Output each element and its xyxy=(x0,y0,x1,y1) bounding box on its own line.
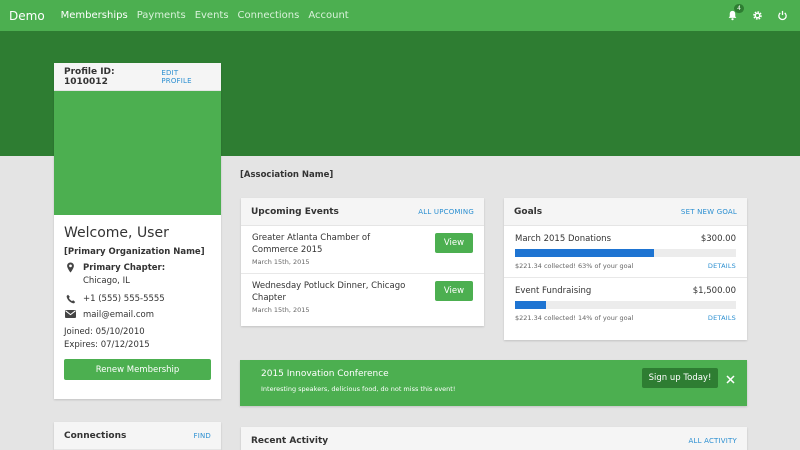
top-navbar: Demo Memberships Payments Events Connect… xyxy=(0,0,800,31)
bell-icon[interactable]: 4 xyxy=(726,3,744,22)
phone-row: +1 (555) 555-5555 xyxy=(64,294,211,304)
phone-icon xyxy=(64,294,77,304)
primary-chapter-label: Primary Chapter: xyxy=(83,263,166,273)
event-item: Wednesday Potluck Dinner, Chicago Chapte… xyxy=(241,274,484,322)
event-item: Greater Atlanta Chamber of Commerce 2015… xyxy=(241,226,484,274)
event-date: March 15th, 2015 xyxy=(252,258,310,266)
nav-link-payments[interactable]: Payments xyxy=(137,10,186,21)
recent-activity-card: Recent Activity ALL ACTIVITY xyxy=(241,427,747,450)
view-event-button[interactable]: View xyxy=(435,281,473,301)
find-connections-link[interactable]: FIND xyxy=(193,432,211,440)
welcome-heading: Welcome, User xyxy=(64,225,169,241)
goal-item: March 2015 Donations $300.00 $221.34 col… xyxy=(504,226,747,278)
goal-amount: $1,500.00 xyxy=(692,286,736,296)
sign-up-button[interactable]: Sign up Today! xyxy=(642,368,718,388)
joined-date: Joined: 05/10/2010 xyxy=(64,327,145,337)
goal-name: March 2015 Donations xyxy=(515,234,611,244)
goal-amount: $300.00 xyxy=(700,234,736,244)
profile-card-header: Profile ID: 1010012 EDIT PROFILE xyxy=(54,63,221,91)
goals-title: Goals xyxy=(514,206,543,217)
goals-header: Goals SET NEW GOAL xyxy=(504,198,747,226)
expires-date: Expires: 07/12/2015 xyxy=(64,340,150,350)
chapter-row: Primary Chapter: Chicago, IL xyxy=(64,262,211,288)
nav-link-memberships[interactable]: Memberships xyxy=(61,10,128,21)
edit-profile-link[interactable]: EDIT PROFILE xyxy=(161,69,211,85)
association-name: [Association Name] xyxy=(240,170,334,180)
connections-title: Connections xyxy=(64,430,127,441)
set-new-goal-link[interactable]: SET NEW GOAL xyxy=(681,208,737,216)
goal-status: $221.34 collected! 63% of your goal xyxy=(515,262,634,270)
event-name: Greater Atlanta Chamber of Commerce 2015 xyxy=(252,233,371,255)
event-date: March 15th, 2015 xyxy=(252,306,310,314)
goal-progress-bar xyxy=(515,301,736,309)
envelope-icon xyxy=(64,310,77,318)
nav-link-connections[interactable]: Connections xyxy=(238,10,300,21)
primary-chapter-city: Chicago, IL xyxy=(83,276,130,286)
gear-icon[interactable] xyxy=(751,10,763,22)
goal-progress-fill xyxy=(515,301,546,309)
email-address[interactable]: mail@email.com xyxy=(83,310,154,320)
goals-card: Goals SET NEW GOAL March 2015 Donations … xyxy=(504,198,747,340)
promo-title: 2015 Innovation Conference xyxy=(261,369,389,379)
goal-status: $221.34 collected! 14% of your goal xyxy=(515,314,634,322)
email-row: mail@email.com xyxy=(64,310,211,320)
goal-details-link[interactable]: DETAILS xyxy=(708,262,736,270)
connections-card: Connections FIND xyxy=(54,422,221,450)
profile-card: Profile ID: 1010012 EDIT PROFILE Welcome… xyxy=(54,63,221,399)
event-name: Wednesday Potluck Dinner, Chicago Chapte… xyxy=(252,281,406,303)
renew-membership-button[interactable]: Renew Membership xyxy=(64,359,211,380)
primary-organization: [Primary Organization Name] xyxy=(64,247,205,257)
connections-header: Connections FIND xyxy=(54,422,221,450)
goal-details-link[interactable]: DETAILS xyxy=(708,314,736,322)
goal-item: Event Fundraising $1,500.00 $221.34 coll… xyxy=(504,278,747,330)
promo-text: Interesting speakers, delicious food, do… xyxy=(261,385,456,393)
recent-activity-title: Recent Activity xyxy=(251,435,329,446)
profile-id: Profile ID: 1010012 xyxy=(64,66,115,87)
recent-activity-header: Recent Activity ALL ACTIVITY xyxy=(241,427,747,450)
upcoming-events-card: Upcoming Events ALL UPCOMING Greater Atl… xyxy=(241,198,484,326)
all-upcoming-link[interactable]: ALL UPCOMING xyxy=(418,208,474,216)
notification-badge: 4 xyxy=(734,3,744,13)
upcoming-events-title: Upcoming Events xyxy=(251,206,339,217)
all-activity-link[interactable]: ALL ACTIVITY xyxy=(688,437,737,445)
goal-progress-fill xyxy=(515,249,655,257)
brand-logo[interactable]: Demo xyxy=(9,9,45,23)
promo-banner: 2015 Innovation Conference Interesting s… xyxy=(240,360,747,406)
goal-name: Event Fundraising xyxy=(515,286,592,296)
nav-link-events[interactable]: Events xyxy=(195,10,229,21)
goal-progress-bar xyxy=(515,249,736,257)
phone-number[interactable]: +1 (555) 555-5555 xyxy=(83,294,165,304)
map-marker-icon xyxy=(64,262,77,273)
power-icon[interactable] xyxy=(776,10,788,22)
close-icon[interactable] xyxy=(726,369,735,388)
view-event-button[interactable]: View xyxy=(435,233,473,253)
nav-link-account[interactable]: Account xyxy=(308,10,348,21)
profile-photo xyxy=(54,91,221,215)
upcoming-events-header: Upcoming Events ALL UPCOMING xyxy=(241,198,484,226)
